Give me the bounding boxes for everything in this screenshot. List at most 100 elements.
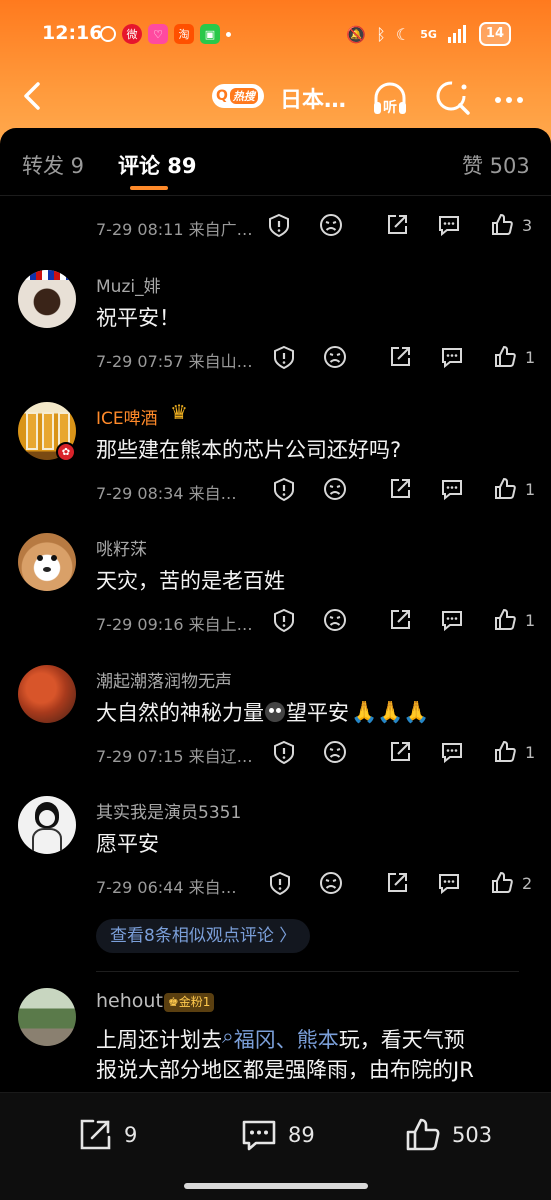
comment-button[interactable]: 89 xyxy=(240,1115,315,1155)
report-icon[interactable] xyxy=(271,344,297,370)
comment-icon xyxy=(242,1120,276,1151)
avatar[interactable] xyxy=(18,665,76,723)
headphones-icon[interactable]: 听 xyxy=(370,78,410,118)
comments-sheet: 转发 9 评论 89 赞 503 7-29 08:11 来自广… 3 Muzi_… xyxy=(0,128,551,1200)
comment-text: 玩，看天气预 xyxy=(338,1028,465,1052)
verified-badge-icon: ✿ xyxy=(56,442,76,462)
comment-meta-row: 7-29 08:11 来自广… 3 xyxy=(96,212,536,242)
taobao-icon: 淘 xyxy=(174,24,194,44)
comment-username[interactable]: 咷籽莯 xyxy=(96,535,147,560)
avatar-pattern xyxy=(51,555,57,561)
hot-search-label: 热搜 xyxy=(229,88,258,104)
reply-icon[interactable] xyxy=(439,344,465,370)
search-icon[interactable] xyxy=(433,78,473,118)
avatar-pattern xyxy=(26,412,38,450)
status-app-icons: 微 ♡ 淘 ▣ xyxy=(100,24,231,44)
like-icon[interactable] xyxy=(492,607,518,633)
signal-label: 5G xyxy=(420,27,437,41)
comment-meta-row: 7-29 06:44 来自… 2 xyxy=(96,870,536,900)
page-title[interactable]: 日本… xyxy=(280,82,346,114)
dislike-face-icon[interactable] xyxy=(322,739,348,765)
avatar[interactable] xyxy=(18,270,76,328)
like-icon[interactable] xyxy=(492,344,518,370)
pray-emoji-icon: 🙏🙏🙏 xyxy=(351,699,430,724)
tab-likes[interactable]: 赞 503 xyxy=(462,150,530,180)
like-icon[interactable] xyxy=(489,870,515,896)
avatar[interactable] xyxy=(18,533,76,591)
share-icon[interactable] xyxy=(387,739,413,765)
reply-icon[interactable] xyxy=(439,607,465,633)
avatar-pattern xyxy=(42,412,54,450)
report-icon[interactable] xyxy=(271,739,297,765)
mute-icon: 🔕 xyxy=(346,24,367,44)
bluetooth-icon: ᛒ xyxy=(376,24,386,44)
like-icon[interactable] xyxy=(489,212,515,238)
reply-icon[interactable] xyxy=(439,476,465,502)
dislike-face-icon[interactable] xyxy=(322,476,348,502)
reply-icon[interactable] xyxy=(439,739,465,765)
share-icon[interactable] xyxy=(387,344,413,370)
like-icon[interactable] xyxy=(492,739,518,765)
thumbs-up-icon xyxy=(406,1118,440,1151)
comment-username[interactable]: ICE啤酒 xyxy=(96,404,158,429)
comment-text-continued: 望平安 xyxy=(286,701,349,725)
wechat-icon: ▣ xyxy=(200,24,220,44)
similar-comments-link[interactable]: 查看8条相似观点评论 〉 xyxy=(96,919,311,953)
report-icon[interactable] xyxy=(271,476,297,502)
share-icon[interactable] xyxy=(387,476,413,502)
report-icon[interactable] xyxy=(267,870,293,896)
status-bar: 12:16 微 ♡ 淘 ▣ 🔕 ᛒ ☾ 5G 14 xyxy=(0,0,551,72)
comment-time-source: 7-29 07:57 来自山… xyxy=(96,352,253,371)
avatar-pattern xyxy=(18,270,76,280)
comment-text: 报说大部分地区都是强降雨，由布院的JR xyxy=(96,1058,474,1082)
avatar-pattern xyxy=(39,810,55,826)
status-time: 12:16 xyxy=(42,22,103,44)
emoji-icon xyxy=(265,702,285,722)
tab-comments[interactable]: 评论 89 xyxy=(118,150,197,180)
avatar[interactable] xyxy=(18,988,76,1046)
like-count: 1 xyxy=(525,480,536,499)
back-icon[interactable] xyxy=(18,78,48,114)
home-indicator[interactable] xyxy=(184,1183,368,1189)
reply-icon[interactable] xyxy=(436,870,462,896)
more-dot-icon xyxy=(226,31,231,37)
dislike-face-icon[interactable] xyxy=(318,870,344,896)
comment-text: 那些建在熊本的芯片公司还好吗? xyxy=(96,438,402,462)
avatar-pattern xyxy=(32,828,62,854)
comment-username[interactable]: 潮起潮落润物无声 xyxy=(96,667,232,692)
hot-search-badge[interactable]: Q 热搜 xyxy=(212,84,264,108)
reply-icon[interactable] xyxy=(436,212,462,238)
like-count: 1 xyxy=(525,348,536,367)
comment-time-source: 7-29 08:11 来自广… xyxy=(96,220,253,239)
listen-label: 听 xyxy=(383,99,397,116)
comment-count: 89 xyxy=(288,1123,315,1147)
share-icon[interactable] xyxy=(384,212,410,238)
avatar[interactable] xyxy=(18,796,76,854)
comment-username[interactable]: Muzi_婔 xyxy=(96,272,161,297)
dislike-face-icon[interactable] xyxy=(322,344,348,370)
divider xyxy=(96,971,519,972)
dislike-face-icon[interactable] xyxy=(318,212,344,238)
comment-text: 祝平安！ xyxy=(96,306,180,330)
dislike-face-icon[interactable] xyxy=(322,607,348,633)
report-icon[interactable] xyxy=(271,607,297,633)
comment-username[interactable]: 其实我是演员5351 xyxy=(96,798,241,823)
repost-button[interactable]: 9 xyxy=(76,1115,137,1155)
comment-username[interactable]: hehout xyxy=(96,990,163,1012)
like-post-button[interactable]: 503 xyxy=(404,1115,492,1155)
crown-icon: ♛ xyxy=(170,400,188,424)
comment-text: 愿平安 xyxy=(96,832,159,856)
topic-link[interactable]: 福冈、熊本 xyxy=(234,1024,339,1054)
report-icon[interactable] xyxy=(266,212,292,238)
more-icon[interactable] xyxy=(490,78,530,118)
weibo-icon: 微 xyxy=(122,24,142,44)
like-icon[interactable] xyxy=(492,476,518,502)
share-icon[interactable] xyxy=(387,607,413,633)
like-count: 1 xyxy=(525,611,536,630)
share-icon[interactable] xyxy=(384,870,410,896)
tab-reposts[interactable]: 转发 9 xyxy=(22,150,84,180)
tab-bar: 转发 9 评论 89 赞 503 xyxy=(0,128,551,196)
bottom-action-bar: 9 89 503 xyxy=(0,1092,551,1200)
emoji-eye xyxy=(269,708,274,713)
like-count: 503 xyxy=(452,1123,493,1147)
